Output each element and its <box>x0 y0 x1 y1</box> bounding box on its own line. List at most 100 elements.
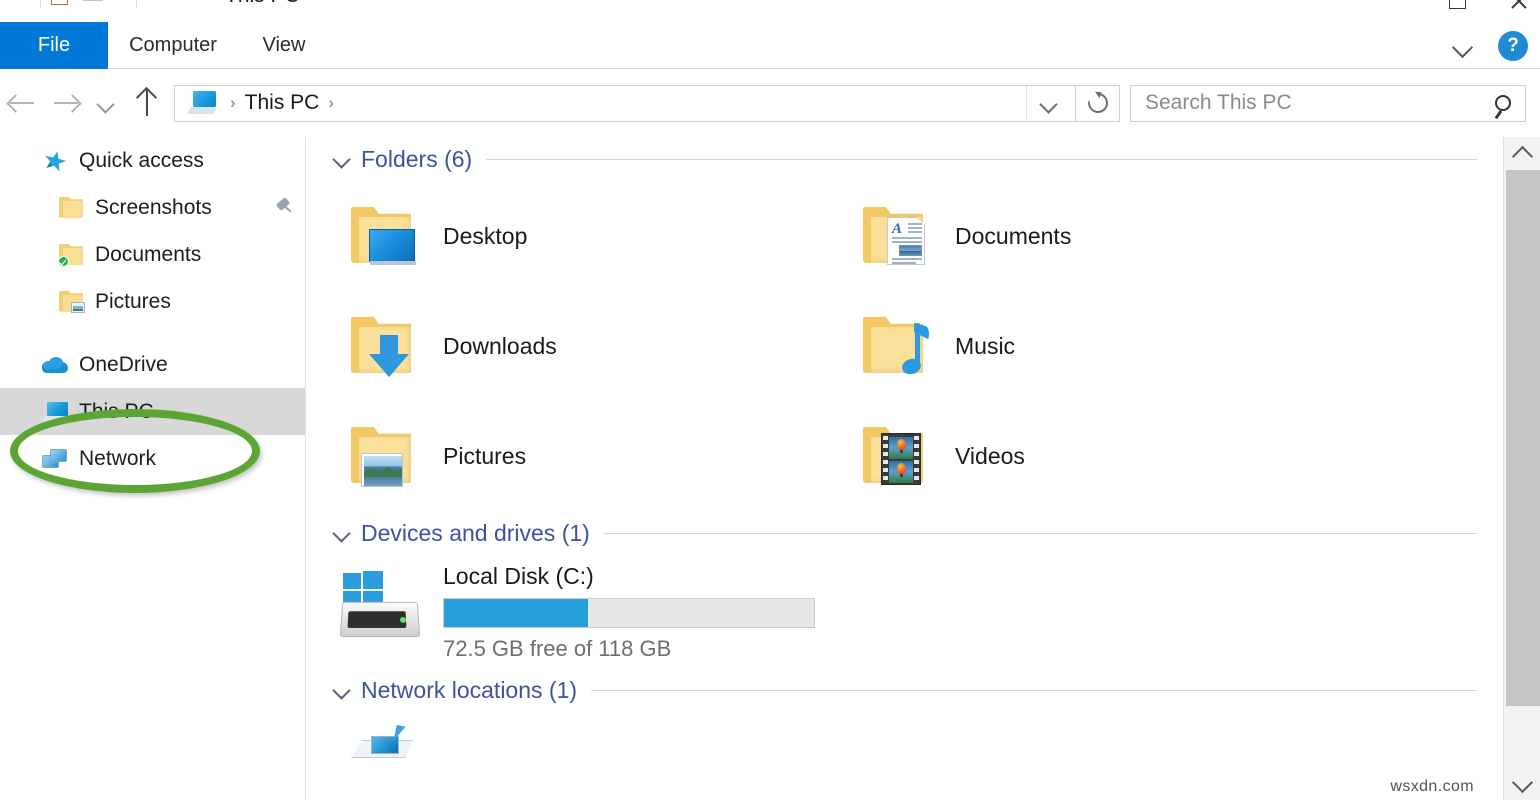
scroll-up-icon[interactable] <box>1504 137 1540 167</box>
group-title: Network locations (1) <box>361 677 577 704</box>
breadcrumb-separator[interactable]: › <box>230 93 236 113</box>
content-pane[interactable]: Folders (6) Desktop A <box>307 137 1503 800</box>
chevron-down-icon[interactable] <box>1027 86 1069 121</box>
group-rule <box>604 533 1477 534</box>
new-folder-icon[interactable] <box>83 0 105 8</box>
recent-locations-icon[interactable] <box>88 81 124 125</box>
tab-file[interactable]: File <box>0 22 108 69</box>
onedrive-cloud-icon <box>42 353 69 377</box>
pin-icon[interactable] <box>273 198 293 218</box>
sidebar-item-screenshots[interactable]: Screenshots <box>0 184 305 231</box>
group-title: Devices and drives (1) <box>361 520 590 547</box>
scrollbar-thumb[interactable] <box>1506 170 1540 706</box>
title-bar: ▼ This PC <box>0 0 1540 22</box>
sidebar-item-label: OneDrive <box>79 353 168 377</box>
drive-free-space: 72.5 GB free of 118 GB <box>443 636 815 662</box>
up-button[interactable] <box>124 81 170 125</box>
file-explorer-window: ▼ This PC File Computer View ? <box>0 0 1540 800</box>
search-placeholder: Search This PC <box>1145 91 1495 115</box>
toolbar-divider <box>40 0 41 8</box>
folder-pictures-icon <box>349 427 415 485</box>
chevron-down-icon[interactable] <box>331 679 353 701</box>
sidebar-item-label: Network <box>79 447 156 471</box>
sidebar-item-this-pc[interactable]: This PC <box>0 388 305 435</box>
search-input[interactable]: Search This PC <box>1130 85 1526 122</box>
folder-downloads-icon <box>349 317 415 375</box>
this-pc-icon <box>187 90 221 116</box>
sidebar-item-label: Screenshots <box>95 196 212 220</box>
sidebar-item-network[interactable]: Network <box>0 435 305 482</box>
folder-tile-documents[interactable]: A Documents <box>819 181 1331 291</box>
sidebar-item-pictures[interactable]: Pictures <box>0 278 305 325</box>
chevron-down-icon[interactable] <box>1450 33 1476 59</box>
tab-computer[interactable]: Computer <box>108 22 238 69</box>
drive-capacity-fill <box>444 599 588 627</box>
maximize-button[interactable] <box>1444 0 1470 12</box>
folder-tile-label: Documents <box>955 223 1071 250</box>
folder-desktop-icon <box>349 207 415 265</box>
folder-tile-desktop[interactable]: Desktop <box>307 181 819 291</box>
navigation-pane[interactable]: Quick access Screenshots Documents Pict <box>0 137 306 800</box>
sidebar-item-label: Quick access <box>79 149 204 173</box>
sidebar-item-documents[interactable]: Documents <box>0 231 305 278</box>
chevron-down-icon[interactable] <box>331 522 353 544</box>
address-bar[interactable]: › This PC › <box>174 85 1076 122</box>
restore-down-icon[interactable] <box>8 0 30 8</box>
help-button[interactable]: ? <box>1498 31 1528 61</box>
scroll-down-icon[interactable] <box>1504 770 1540 800</box>
network-icon <box>42 447 69 471</box>
network-location-tile[interactable] <box>307 712 1503 762</box>
group-rule <box>591 690 1477 691</box>
refresh-button[interactable] <box>1076 85 1120 122</box>
quick-access-star-icon <box>42 149 69 173</box>
drive-capacity-bar <box>443 598 815 628</box>
drive-tile-local-disk-c[interactable]: Local Disk (C:) 72.5 GB free of 118 GB <box>307 555 1503 662</box>
folder-music-icon <box>861 317 927 375</box>
chevron-down-icon[interactable] <box>331 148 353 170</box>
folder-tile-music[interactable]: Music <box>819 291 1331 401</box>
vertical-scrollbar[interactable] <box>1503 137 1540 800</box>
sidebar-item-label: Documents <box>95 243 201 267</box>
sidebar-item-label: Pictures <box>95 290 171 314</box>
sidebar-item-onedrive[interactable]: OneDrive <box>0 341 305 388</box>
tab-view[interactable]: View <box>238 22 330 69</box>
sidebar-item-quick-access[interactable]: Quick access <box>0 137 305 184</box>
sync-ok-badge-icon <box>58 256 69 267</box>
breadcrumb-separator[interactable]: › <box>328 93 334 113</box>
group-rule <box>486 159 1477 160</box>
folder-pictures-icon <box>58 290 85 314</box>
folder-videos-icon <box>861 427 927 485</box>
forward-button[interactable] <box>44 81 88 125</box>
address-bar-row: › This PC › Search This PC <box>0 70 1540 136</box>
drive-name: Local Disk (C:) <box>443 563 815 590</box>
search-icon[interactable] <box>1495 95 1511 111</box>
local-disk-icon <box>337 567 431 643</box>
folder-tile-pictures[interactable]: Pictures <box>307 401 819 511</box>
back-button[interactable] <box>0 81 44 125</box>
group-header-network-locations[interactable]: Network locations (1) <box>307 668 1503 712</box>
group-header-devices-and-drives[interactable]: Devices and drives (1) <box>307 511 1503 555</box>
folder-tile-label: Videos <box>955 443 1025 470</box>
folders-grid: Desktop A Documents <box>307 181 1503 511</box>
folder-synced-icon <box>58 243 85 267</box>
tab-computer-label: Computer <box>129 34 217 57</box>
folder-tile-label: Desktop <box>443 223 527 250</box>
customize-chevron-icon[interactable]: ▼ <box>115 0 126 3</box>
folder-tile-downloads[interactable]: Downloads <box>307 291 819 401</box>
folder-tile-videos[interactable]: Videos <box>819 401 1331 511</box>
folder-documents-icon: A <box>861 207 927 265</box>
properties-icon[interactable] <box>51 0 73 8</box>
sidebar-item-label: This PC <box>79 400 154 424</box>
folder-tile-label: Pictures <box>443 443 526 470</box>
folder-tile-label: Music <box>955 333 1015 360</box>
network-location-icon <box>351 722 423 762</box>
refresh-icon <box>1084 89 1112 117</box>
close-button[interactable] <box>1506 0 1532 12</box>
folder-icon <box>58 196 85 220</box>
window-controls <box>1444 0 1532 12</box>
group-header-folders[interactable]: Folders (6) <box>307 137 1503 181</box>
toolbar-divider <box>136 0 137 8</box>
folder-tile-label: Downloads <box>443 333 557 360</box>
this-pc-icon <box>42 400 69 424</box>
breadcrumb-item-this-pc[interactable]: This PC <box>245 91 320 115</box>
